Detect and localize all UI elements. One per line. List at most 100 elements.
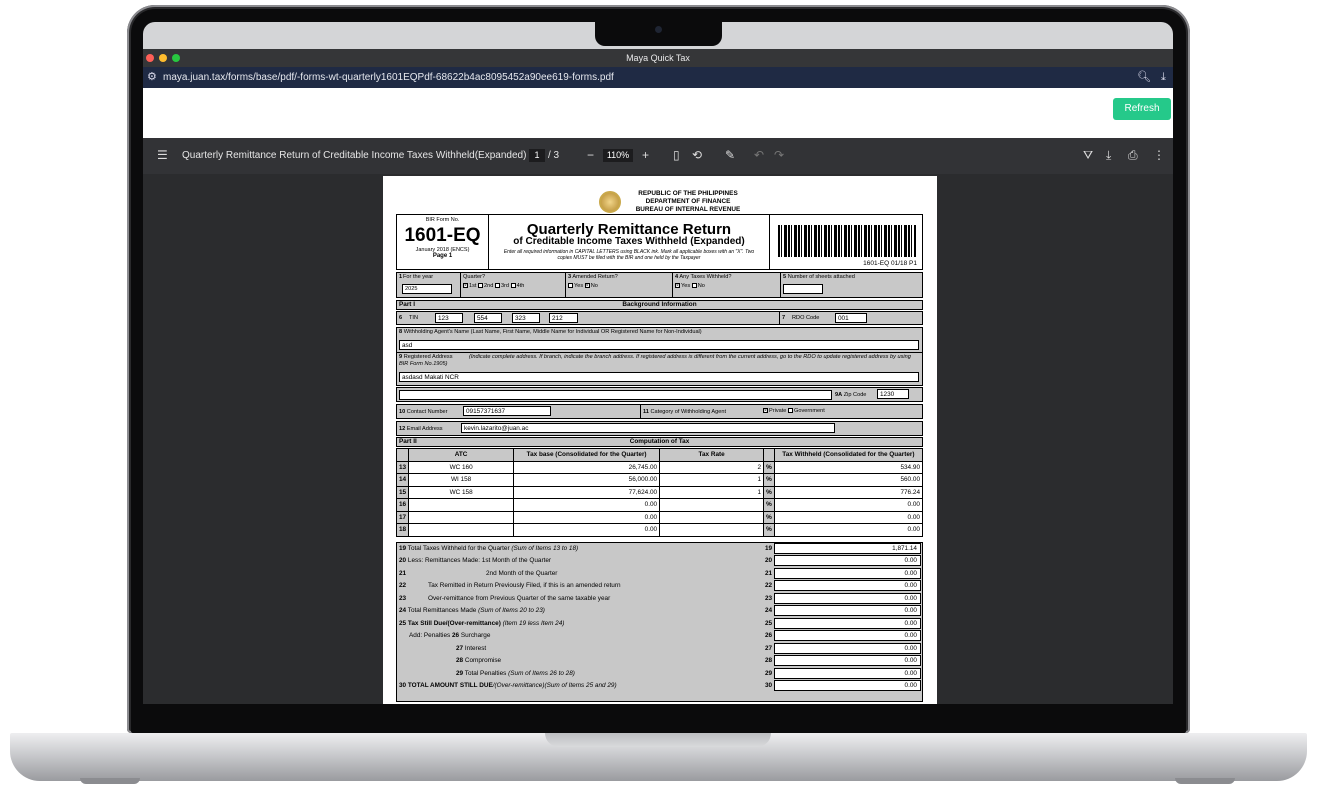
amended-yes-checkbox[interactable] [568, 283, 573, 289]
tax-base-input[interactable]: 26,745.00 [513, 460, 661, 474]
tin-part-1-input[interactable]: 123 [435, 313, 463, 323]
tax-base-input[interactable]: 56,000.00 [513, 473, 661, 487]
category-options: × Private Government [763, 408, 825, 414]
private-checkbox[interactable]: × [763, 408, 768, 414]
tax-withheld-value: 534.90 [773, 460, 924, 474]
summary-20-label: 20 Less: Remittances Made: 1st Month of … [399, 557, 551, 564]
agent-name-label: 8 Withholding Agent's Name (Last Name, F… [399, 329, 702, 335]
tax-rate-input[interactable]: 1 [659, 485, 765, 499]
any-taxes-no-checkbox[interactable] [691, 283, 697, 289]
address-bar[interactable]: ⚙ maya.juan.tax/forms/base/pdf/-forms-wt… [143, 67, 1173, 88]
download-icon[interactable]: ⤓ [1161, 67, 1166, 88]
filing-info-row: 1 For the year 2025 Quarter? × 1st 2nd 3r… [396, 272, 923, 298]
agent-name-input[interactable]: asd [399, 340, 919, 350]
tax-base-input[interactable]: 77,624.00 [513, 485, 661, 499]
quarter-4th-checkbox[interactable] [510, 283, 516, 289]
tax-base-input[interactable]: 0.00 [513, 498, 661, 512]
summary-23-input[interactable]: 0.00 [774, 593, 921, 604]
summary-20-no: 20 [399, 557, 407, 564]
close-window-button[interactable] [146, 54, 154, 62]
zoom-in-icon[interactable]: + [642, 148, 649, 162]
tin-label: TIN [409, 315, 419, 321]
print-icon[interactable]: ⎙ [1128, 148, 1138, 163]
summary-27-input[interactable]: 0.00 [774, 643, 921, 654]
atc-input[interactable]: WC 160 [408, 460, 515, 474]
zoom-out-icon[interactable]: − [587, 148, 594, 162]
tax-rate-input[interactable]: 2 [659, 460, 765, 474]
tax-rate-input[interactable] [659, 498, 765, 512]
contact-text: Contact Number [406, 409, 448, 415]
undo-icon[interactable]: ↶ [754, 148, 764, 162]
minimize-window-button[interactable] [159, 54, 167, 62]
summary-19-note: (Sum of Items 13 to 18) [511, 545, 579, 552]
sheets-input[interactable] [783, 284, 823, 294]
summary-30-no: 30 [399, 682, 407, 689]
summary-22-input[interactable]: 0.00 [774, 580, 921, 591]
summary-25-label: 25 Tax Still Due/(Over-remittance) (Item… [399, 620, 564, 627]
summary-21-input[interactable]: 0.00 [774, 568, 921, 579]
zoom-level-input[interactable]: 110% [603, 149, 633, 162]
url-text[interactable]: maya.juan.tax/forms/base/pdf/-forms-wt-q… [163, 67, 614, 88]
fit-page-icon[interactable]: ▯ [673, 148, 680, 162]
row-no: 15 [395, 485, 410, 499]
summary-24-num: 24 [765, 607, 773, 614]
summary-28-label: 28 Compromise [456, 657, 501, 664]
annotate-icon[interactable]: ✎ [725, 148, 735, 162]
zoom-icon[interactable]: 🔍︎ [1137, 67, 1151, 88]
page-number-input[interactable]: 1 [529, 149, 545, 162]
for-year-input[interactable]: 2025 [402, 284, 452, 294]
summary-21-num: 21 [765, 570, 773, 577]
email-label: 12 Email Address [399, 426, 443, 432]
address-input[interactable]: asdasd Makati NCR [399, 372, 919, 382]
site-settings-icon[interactable]: ⚙ [147, 67, 157, 88]
camera-notch [595, 20, 722, 46]
tax-rate-input[interactable] [659, 523, 765, 537]
summary-26-input[interactable]: 0.00 [774, 630, 921, 641]
tin-part-2-input[interactable]: 554 [474, 313, 502, 323]
agent-name-row: 8 Withholding Agent's Name (Last Name, F… [396, 327, 923, 353]
any-taxes-yes-checkbox[interactable]: × [675, 283, 680, 289]
contact-number-input[interactable]: 09157371637 [463, 406, 551, 416]
email-row: 12 Email Address kevin.lazarito@juan.ac [396, 421, 923, 436]
atc-input[interactable]: WI 158 [408, 473, 515, 487]
tax-rate-input[interactable] [659, 510, 765, 524]
no-label: No [697, 283, 705, 289]
summary-28-input[interactable]: 0.00 [774, 655, 921, 666]
tax-base-input[interactable]: 0.00 [513, 510, 661, 524]
zip-input[interactable]: 1230 [877, 389, 909, 399]
atc-input[interactable] [408, 510, 515, 524]
summary-27-no: 27 [456, 645, 464, 652]
pdf-download-icon[interactable]: ⤓ [1106, 148, 1111, 163]
drive-icon[interactable]: ⛛ [1083, 148, 1093, 163]
summary-27-label: 27 Interest [456, 645, 486, 652]
tin-part-4-input[interactable]: 212 [549, 313, 578, 323]
tax-rate-input[interactable]: 1 [659, 473, 765, 487]
address-line-2-input[interactable] [399, 390, 832, 400]
header-tax-base: Tax base (Consolidated for the Quarter) [513, 448, 661, 462]
amended-no-checkbox[interactable]: × [584, 283, 590, 289]
more-options-icon[interactable]: ⋮ [1153, 148, 1165, 162]
rdo-code-input[interactable]: 001 [835, 313, 867, 323]
atc-input[interactable] [408, 498, 515, 512]
atc-input[interactable] [408, 523, 515, 537]
contact-row: 10 Contact Number 09157371637 11 Categor… [396, 404, 923, 419]
atc-input[interactable]: WC 158 [408, 485, 515, 499]
tax-base-input[interactable]: 0.00 [513, 523, 661, 537]
summary-25-num: 25 [765, 620, 773, 627]
summary-20-input[interactable]: 0.00 [774, 555, 921, 566]
item-1-no: 1 [399, 274, 403, 280]
government-checkbox[interactable] [787, 408, 793, 414]
quarter-1st-checkbox[interactable]: × [463, 283, 468, 289]
quarter-3rd-checkbox[interactable] [494, 283, 500, 289]
form-instructions: Enter all required information in CAPITA… [503, 249, 755, 261]
rotate-icon[interactable]: ⟲ [692, 148, 702, 162]
email-input[interactable]: kevin.lazarito@juan.ac [461, 423, 835, 433]
tin-part-3-input[interactable]: 323 [512, 313, 540, 323]
tax-withheld-value: 0.00 [773, 510, 924, 524]
summary-24-no: 24 [399, 607, 407, 614]
maximize-window-button[interactable] [172, 54, 180, 62]
menu-icon[interactable]: ☰ [157, 148, 168, 162]
quarter-2nd-checkbox[interactable] [478, 283, 484, 289]
redo-icon[interactable]: ↷ [774, 148, 784, 162]
refresh-button[interactable]: Refresh [1113, 98, 1171, 120]
